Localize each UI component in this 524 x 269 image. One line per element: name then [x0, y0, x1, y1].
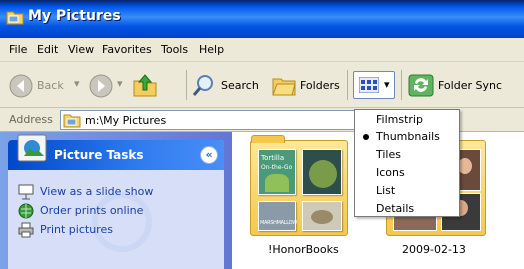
folders-button-label[interactable]: Folders: [300, 79, 340, 92]
view-option-icons[interactable]: Icons: [376, 166, 405, 179]
address-label: Address: [9, 113, 53, 126]
views-button[interactable]: ▾: [353, 71, 395, 99]
address-field[interactable]: m:\My Pictures: [60, 110, 356, 130]
collapse-chevron-up-icon[interactable]: «: [200, 146, 218, 164]
menu-file[interactable]: File: [9, 43, 27, 56]
menu-help[interactable]: Help: [199, 43, 224, 56]
folder-sync-label[interactable]: Folder Sync: [438, 79, 502, 92]
back-button-label[interactable]: Back: [37, 79, 64, 92]
picture-tasks-header[interactable]: Picture Tasks «: [8, 134, 224, 170]
menu-edit[interactable]: Edit: [37, 43, 58, 56]
view-option-thumbnails[interactable]: Thumbnails: [376, 130, 440, 143]
book-cover-thumbnail: [302, 149, 342, 195]
views-chevron-down-icon: ▾: [384, 78, 390, 91]
task-order-prints[interactable]: Order prints online: [40, 204, 143, 217]
up-folder-icon[interactable]: [132, 72, 158, 98]
menu-tools[interactable]: Tools: [161, 43, 188, 56]
task-print-pictures[interactable]: Print pictures: [40, 223, 113, 236]
views-grid-icon: [358, 76, 380, 94]
book-cover-thumbnail: Tortilla On-the-Go: [258, 149, 296, 195]
forward-arrow-icon[interactable]: [89, 74, 113, 98]
window-title: My Pictures: [28, 8, 121, 24]
globe-icon: [18, 203, 34, 219]
menu-favorites[interactable]: Favorites: [102, 43, 152, 56]
watermark-disc-icon: [92, 192, 152, 252]
view-option-details[interactable]: Details: [376, 202, 414, 215]
task-view-slideshow[interactable]: View as a slide show: [40, 185, 153, 198]
back-dropdown-chevron-icon[interactable]: ▾: [74, 77, 80, 90]
search-icon[interactable]: [192, 73, 216, 97]
picture-tasks-icon: [16, 132, 48, 164]
back-arrow-icon[interactable]: [9, 74, 33, 98]
folder-thumbnail[interactable]: Tortilla On-the-Go MARSHMALLOW: [250, 135, 348, 236]
title-bar[interactable]: My Pictures: [0, 0, 524, 38]
task-pane: Picture Tasks « View as a slide show Ord…: [0, 132, 232, 269]
picture-tasks-title: Picture Tasks: [54, 148, 144, 162]
printer-icon: [18, 222, 34, 238]
slideshow-icon: [18, 184, 34, 200]
view-option-list[interactable]: List: [376, 184, 395, 197]
toolbar: Back ▾ ▾ Search Folders ▾ Folder Sync: [0, 62, 524, 108]
forward-dropdown-chevron-icon[interactable]: ▾: [117, 77, 123, 90]
selected-bullet-icon: [363, 134, 369, 140]
picture-tasks-panel: Picture Tasks « View as a slide show Ord…: [8, 134, 224, 269]
folder-name-honorbooks[interactable]: !HonorBooks: [268, 243, 339, 256]
folder-icon: [6, 9, 24, 25]
book-cover-thumbnail: [302, 201, 342, 231]
folder-name-2009-02-13[interactable]: 2009-02-13: [402, 243, 466, 256]
address-value: m:\My Pictures: [85, 114, 167, 127]
folders-icon[interactable]: [271, 73, 297, 97]
menu-view[interactable]: View: [68, 43, 94, 56]
my-pictures-folder-icon: [63, 112, 81, 128]
view-option-tiles[interactable]: Tiles: [376, 148, 401, 161]
view-option-filmstrip[interactable]: Filmstrip: [376, 113, 423, 126]
views-dropdown-menu: Filmstrip Thumbnails Tiles Icons List De…: [354, 109, 460, 217]
search-button-label[interactable]: Search: [221, 79, 259, 92]
book-cover-thumbnail: MARSHMALLOW: [258, 201, 297, 231]
menu-bar: File Edit View Favorites Tools Help: [0, 38, 524, 62]
folder-sync-icon[interactable]: [408, 72, 434, 98]
